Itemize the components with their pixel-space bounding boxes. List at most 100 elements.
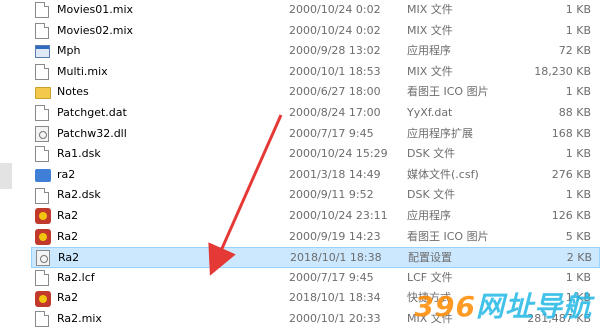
watermark-text: 网址导航 [475,290,592,323]
file-size: 1 KB [565,147,591,161]
doc-icon [35,2,49,19]
file-type: MIX 文件 [407,3,453,16]
file-size: 1 KB [565,3,591,16]
file-date-modified: 2000/10/24 23:11 [289,209,388,222]
file-icon-cell [35,41,53,62]
doc-icon [35,105,49,122]
doc-icon [35,64,49,81]
file-type: 配置设置 [408,251,452,265]
file-date-modified: 2000/10/24 0:02 [289,23,381,37]
file-type: YyXf.dat [407,106,453,119]
file-icon-cell [35,82,53,103]
game-icon [35,228,51,245]
file-size: 276 KB [551,167,591,181]
file-size: 18,230 KB [534,64,591,78]
app-icon [35,44,50,58]
nav-scrollbar-thumb[interactable] [0,163,12,189]
file-icon-cell [35,144,53,165]
file-name: ra2 [57,167,76,181]
file-row[interactable]: Ra1.dsk 2000/10/24 15:29 DSK 文件 1 KB [31,144,600,165]
file-type: MIX 文件 [407,23,453,37]
file-row[interactable]: Movies01.mix 2000/10/24 0:02 MIX 文件 1 KB [31,0,600,21]
file-name: Patchw32.dll [57,126,127,140]
file-row[interactable]: ra2 2001/3/18 14:49 媒体文件(.csf) 276 KB [31,165,600,186]
file-size: 88 KB [558,106,591,119]
file-icon-cell [35,62,53,83]
file-date-modified: 2000/9/11 9:52 [289,188,374,202]
file-icon-cell [35,165,53,186]
file-row[interactable]: Ra2.dsk 2000/9/11 9:52 DSK 文件 1 KB [31,185,600,206]
doc-icon [35,22,49,39]
file-icon-cell [35,0,53,21]
file-row[interactable]: Notes 2000/6/27 18:00 看图王 ICO 图片 1 KB [31,82,600,103]
game-icon [35,208,51,225]
file-name: Ra1.dsk [57,147,101,161]
media-icon [35,168,51,182]
file-name: Ra2 [58,251,80,265]
file-date-modified: 2000/7/17 9:45 [289,270,374,284]
file-date-modified: 2000/10/24 15:29 [289,147,388,161]
file-name: Mph [57,44,81,58]
file-type: 应用程序 [407,209,451,222]
file-date-modified: 2001/3/18 14:49 [289,167,381,181]
file-icon-cell [35,103,53,124]
file-size: 72 KB [558,44,591,58]
watermark-number: 396 [414,290,476,323]
doc-icon [35,146,49,163]
navigation-pane [0,0,26,329]
file-row[interactable]: Patchget.dat 2000/8/24 17:00 YyXf.dat 88 KB [31,103,600,124]
file-date-modified: 2018/10/1 18:38 [290,251,382,265]
file-size: 5 KB [565,229,591,243]
file-type: 看图王 ICO 图片 [407,229,489,243]
file-row[interactable]: Ra2 2000/10/24 23:11 应用程序 126 KB [31,206,600,227]
file-name: Movies01.mix [57,3,134,16]
file-row[interactable]: Mph 2000/9/28 13:02 应用程序 72 KB [31,41,600,62]
gear-icon [35,125,49,142]
file-row[interactable]: Patchw32.dll 2000/7/17 9:45 应用程序扩展 168 KB [31,124,600,145]
file-row[interactable]: Movies02.mix 2000/10/24 0:02 MIX 文件 1 KB [31,21,600,42]
file-icon-cell [36,248,54,269]
file-type: 媒体文件(.csf) [407,167,479,181]
file-name: Notes [57,85,89,99]
file-row[interactable]: Ra2 2000/9/19 14:23 看图王 ICO 图片 5 KB [31,227,600,248]
file-date-modified: 2000/10/1 18:53 [289,64,381,78]
file-name: Ra2.lcf [57,270,95,284]
file-date-modified: 2000/10/1 20:33 [289,312,381,325]
file-name: Movies02.mix [57,23,134,37]
file-icon-cell [35,309,53,330]
file-name: Ra2.mix [57,312,102,325]
file-date-modified: 2000/9/19 14:23 [289,229,381,243]
file-name: Ra2 [57,229,79,243]
file-name: Ra2.dsk [57,188,101,202]
file-date-modified: 2000/8/24 17:00 [289,106,381,119]
file-icon-cell [35,227,53,248]
file-row[interactable]: Ra2 2018/10/1 18:38 配置设置 2 KB [31,247,600,268]
file-type: DSK 文件 [407,188,456,202]
file-size: 168 KB [551,126,591,140]
file-name: Patchget.dat [57,106,127,119]
file-date-modified: 2000/6/27 18:00 [289,85,381,99]
file-size: 1 KB [565,23,591,37]
doc-icon [35,187,49,204]
file-icon-cell [35,124,53,145]
game-icon [35,290,51,307]
file-type: DSK 文件 [407,147,456,161]
file-type: MIX 文件 [407,64,453,78]
watermark-logo: 396网址导航 [415,285,592,325]
file-icon-cell [35,21,53,42]
file-date-modified: 2000/7/17 9:45 [289,126,374,140]
doc-icon [35,311,49,328]
file-size: 1 KB [565,85,591,99]
file-name: Ra2 [57,291,79,305]
file-size: 1 KB [565,188,591,202]
file-icon-cell [35,288,53,309]
file-type: 应用程序扩展 [407,126,473,140]
file-row[interactable]: Multi.mix 2000/10/1 18:53 MIX 文件 18,230 KB [31,62,600,83]
file-name: Ra2 [57,209,79,222]
file-name: Multi.mix [57,64,108,78]
file-type: 应用程序 [407,44,451,58]
file-date-modified: 2018/10/1 18:34 [289,291,381,305]
file-size: 126 KB [551,209,591,222]
file-icon-cell [35,268,53,289]
doc-icon [35,270,49,287]
